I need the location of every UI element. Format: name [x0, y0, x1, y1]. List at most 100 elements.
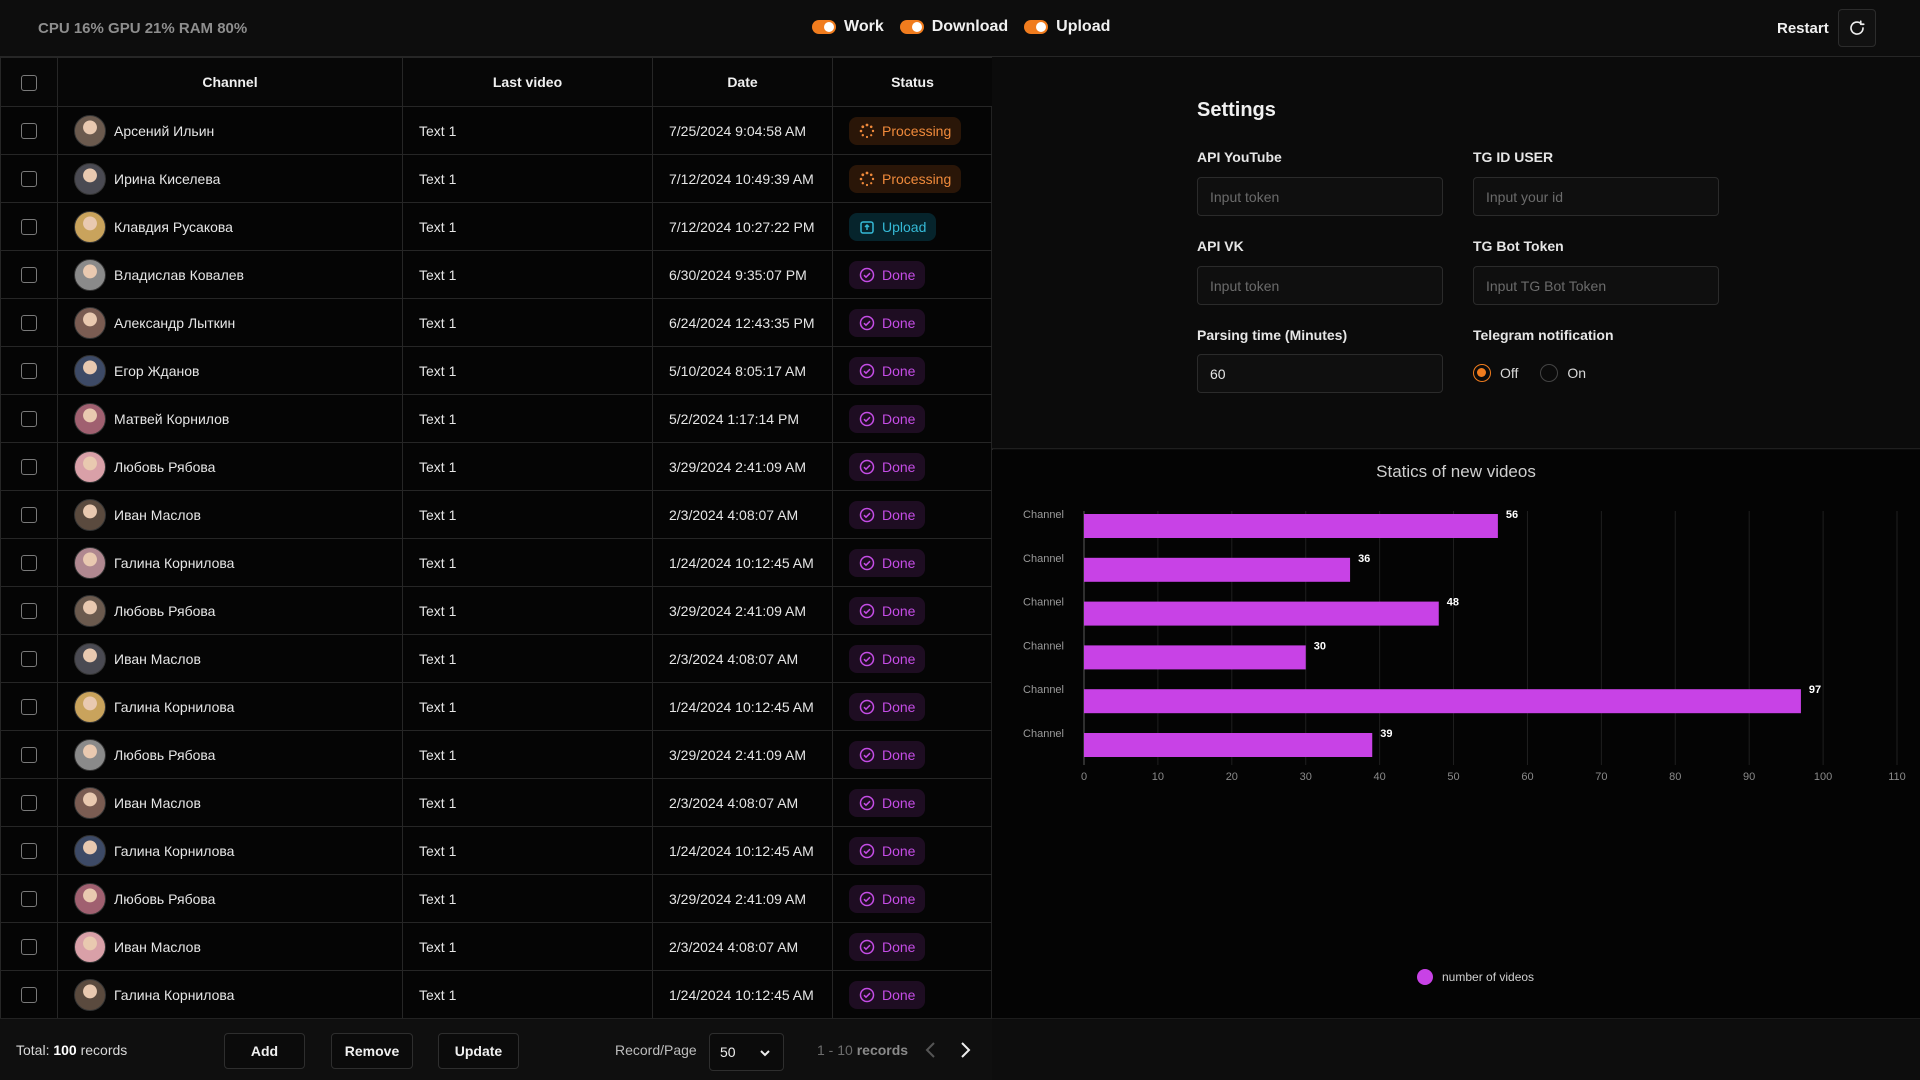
channel-cell: Матвей Корнилов	[57, 394, 403, 443]
last-video-cell: Text 1	[402, 394, 653, 443]
table-row[interactable]: Егор Жданов Text 1 5/10/2024 8:05:17 AM Don…	[0, 346, 993, 395]
table-row[interactable]: Арсений Ильин Text 1 7/25/2024 9:04:58 AM P…	[0, 106, 993, 155]
status-label: Done	[882, 314, 916, 331]
channel-name: Иван Маслов	[114, 506, 201, 523]
select-all-checkbox[interactable]	[21, 74, 37, 91]
channel-cell: Галина Корнилова	[57, 826, 403, 875]
row-checkbox[interactable]	[21, 555, 37, 572]
channel-name: Галина Корнилова	[114, 698, 235, 715]
avatar	[74, 930, 106, 963]
row-checkbox[interactable]	[21, 651, 37, 668]
table-row[interactable]: Галина Корнилова Text 1 1/24/2024 10:12:45…	[0, 538, 993, 587]
row-checkbox[interactable]	[21, 267, 37, 284]
row-checkbox[interactable]	[21, 411, 37, 428]
row-checkbox[interactable]	[21, 171, 37, 188]
bar-chart: 0 10 20 30 40 50 60 70 80 90 100 110 56 Channel 36 Chan…	[1023, 509, 1906, 783]
column-header-last-video[interactable]: Last video	[402, 57, 653, 107]
radio-off[interactable]: Off	[1473, 364, 1518, 382]
page-range: 1 - 10 records	[817, 1042, 908, 1058]
toggle-upload[interactable]: Upload	[1024, 18, 1110, 36]
table-row[interactable]: Владислав Ковалев Text 1 6/30/2024 9:35:07…	[0, 250, 993, 299]
tg-bot-token-input[interactable]	[1473, 266, 1719, 305]
row-checkbox[interactable]	[21, 507, 37, 524]
avatar	[74, 594, 106, 627]
table-row[interactable]: Матвей Корнилов Text 1 5/2/2024 1:17:14 PM…	[0, 394, 993, 443]
toggle-work[interactable]: Work	[812, 18, 884, 36]
column-header-status[interactable]: Status	[832, 57, 993, 107]
toggle-switch[interactable]	[1024, 20, 1049, 34]
total-count: 100	[53, 1042, 77, 1058]
row-checkbox[interactable]	[21, 795, 37, 812]
status-badge: Done	[849, 356, 926, 385]
row-checkbox[interactable]	[21, 891, 37, 908]
update-button[interactable]: Update	[438, 1033, 519, 1069]
status-cell: Processing	[832, 154, 993, 203]
next-page-icon[interactable]	[958, 1041, 972, 1059]
radio-dot-selected[interactable]	[1473, 364, 1491, 382]
records-per-page-select[interactable]: 50	[709, 1033, 784, 1071]
table-row[interactable]: Александр Лыткин Text 1 6/24/2024 12:43:35…	[0, 298, 993, 347]
date-cell: 7/12/2024 10:27:22 PM	[652, 202, 833, 251]
radio-on[interactable]: On	[1540, 364, 1586, 382]
table-row[interactable]: Галина Корнилова Text 1 1/24/2024 10:12:45…	[0, 970, 993, 1019]
row-checkbox[interactable]	[21, 747, 37, 764]
column-header-channel[interactable]: Channel	[57, 57, 403, 107]
row-checkbox[interactable]	[21, 939, 37, 956]
row-checkbox[interactable]	[21, 315, 37, 332]
toggle-download[interactable]: Download	[899, 18, 1009, 36]
avatar	[74, 354, 106, 387]
table-row[interactable]: Иван Маслов Text 1 2/3/2024 4:08:07 AM Done	[0, 922, 993, 971]
status-label: Done	[882, 794, 916, 811]
x-tick-label: 70	[1595, 771, 1607, 783]
table-row[interactable]: Иван Маслов Text 1 2/3/2024 4:08:07 AM Done	[0, 778, 993, 827]
channel-info: Ирина Киселева	[74, 162, 402, 195]
row-checkbox[interactable]	[21, 459, 37, 476]
column-header-date[interactable]: Date	[652, 57, 833, 107]
api-youtube-input[interactable]	[1197, 177, 1443, 216]
add-button[interactable]: Add	[224, 1033, 305, 1069]
last-video-cell: Text 1	[402, 586, 653, 635]
last-video-cell: Text 1	[402, 154, 653, 203]
status-badge: Done	[849, 788, 926, 817]
table-row[interactable]: Иван Маслов Text 1 2/3/2024 4:08:07 AM Done	[0, 490, 993, 539]
status-label: Done	[882, 698, 916, 715]
channel-cell: Иван Маслов	[57, 778, 403, 827]
toggle-label: Download	[931, 18, 1009, 35]
row-select-cell	[0, 538, 58, 587]
remove-button[interactable]: Remove	[331, 1033, 413, 1069]
toggle-switch[interactable]	[899, 20, 924, 34]
row-checkbox[interactable]	[21, 987, 37, 1004]
page-range-suffix: records	[856, 1042, 909, 1058]
row-checkbox[interactable]	[21, 699, 37, 716]
toggle-switch[interactable]	[812, 20, 836, 34]
records-per-page-value: 50	[720, 1044, 736, 1060]
row-checkbox[interactable]	[21, 123, 37, 140]
radio-dot[interactable]	[1540, 364, 1559, 382]
restart-label[interactable]: Restart	[1777, 20, 1829, 37]
check-circle-icon	[859, 699, 875, 714]
table-row[interactable]: Галина Корнилова Text 1 1/24/2024 10:12:45…	[0, 826, 993, 875]
table-row[interactable]: Любовь Рябова Text 1 3/29/2024 2:41:09 AM D…	[0, 874, 993, 923]
channel-info: Любовь Рябова	[74, 450, 402, 483]
tg-id-input[interactable]	[1473, 177, 1719, 216]
row-select-cell	[0, 346, 58, 395]
table-row[interactable]: Любовь Рябова Text 1 3/29/2024 2:41:09 AM D…	[0, 586, 993, 635]
table-row[interactable]: Любовь Рябова Text 1 3/29/2024 2:41:09 AM D…	[0, 442, 993, 491]
table-row[interactable]: Ирина Киселева Text 1 7/12/2024 10:49:39 A…	[0, 154, 993, 203]
parsing-time-input[interactable]	[1197, 354, 1443, 393]
row-checkbox[interactable]	[21, 219, 37, 236]
restart-button[interactable]	[1838, 9, 1876, 47]
row-checkbox[interactable]	[21, 363, 37, 380]
app-root: CPU 16% GPU 21% RAM 80% Work Download Up…	[0, 0, 1920, 1080]
table-row[interactable]: Любовь Рябова Text 1 3/29/2024 2:41:09 AM D…	[0, 730, 993, 779]
row-checkbox[interactable]	[21, 603, 37, 620]
table-row[interactable]: Галина Корнилова Text 1 1/24/2024 10:12:45…	[0, 682, 993, 731]
channel-info: Клавдия Русакова	[74, 210, 402, 243]
last-video-cell: Text 1	[402, 826, 653, 875]
prev-page-icon[interactable]	[924, 1041, 938, 1059]
spinner-icon	[859, 171, 875, 186]
api-vk-input[interactable]	[1197, 266, 1443, 305]
table-row[interactable]: Иван Маслов Text 1 2/3/2024 4:08:07 AM Done	[0, 634, 993, 683]
row-checkbox[interactable]	[21, 843, 37, 860]
table-row[interactable]: Клавдия Русакова Text 1 7/12/2024 10:27:22…	[0, 202, 993, 251]
